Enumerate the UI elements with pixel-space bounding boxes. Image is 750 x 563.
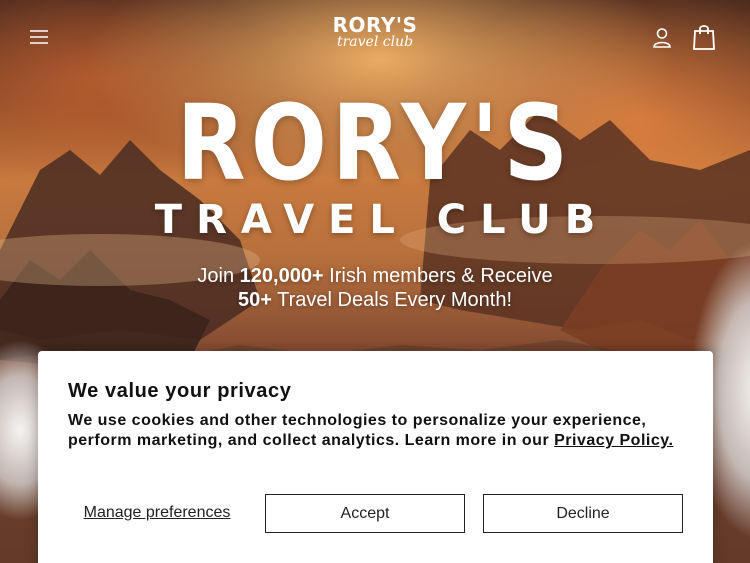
menu-button[interactable] bbox=[26, 24, 52, 50]
hero-subtitle: TRAVEL CLUB bbox=[154, 197, 610, 243]
site-header: RORY'S travel club bbox=[0, 0, 750, 72]
menu-icon bbox=[30, 30, 48, 44]
tagline-deals-count: 50+ bbox=[237, 289, 272, 311]
consent-title: We value your privacy bbox=[68, 380, 292, 402]
cookie-consent-dialog: We value your privacy We use cookies and… bbox=[38, 351, 713, 563]
account-button[interactable] bbox=[648, 24, 676, 52]
decline-button[interactable]: Decline bbox=[483, 494, 683, 533]
privacy-policy-link[interactable]: Privacy Policy. bbox=[554, 432, 673, 449]
tagline-text: Travel Deals Every Month! bbox=[271, 289, 513, 311]
hero-title: RORY'S bbox=[176, 82, 574, 204]
tagline-text: Join bbox=[197, 265, 240, 287]
account-icon bbox=[653, 28, 671, 48]
cart-icon bbox=[693, 25, 715, 50]
tagline-text: Irish members & Receive bbox=[323, 265, 553, 287]
logo-wordmark: RORY'S bbox=[332, 13, 418, 37]
tagline-members-count: 120,000+ bbox=[239, 265, 324, 287]
hero-tagline: Join 120,000+ Irish members & Receive 50… bbox=[195, 264, 555, 312]
site-logo[interactable]: RORY'S travel club bbox=[330, 14, 420, 58]
accept-button[interactable]: Accept bbox=[265, 494, 465, 533]
consent-description: We use cookies and other technologies to… bbox=[68, 411, 678, 451]
logo-tagline: travel club bbox=[336, 34, 414, 50]
cart-button[interactable] bbox=[688, 20, 720, 54]
manage-preferences-button[interactable]: Manage preferences bbox=[68, 494, 246, 532]
